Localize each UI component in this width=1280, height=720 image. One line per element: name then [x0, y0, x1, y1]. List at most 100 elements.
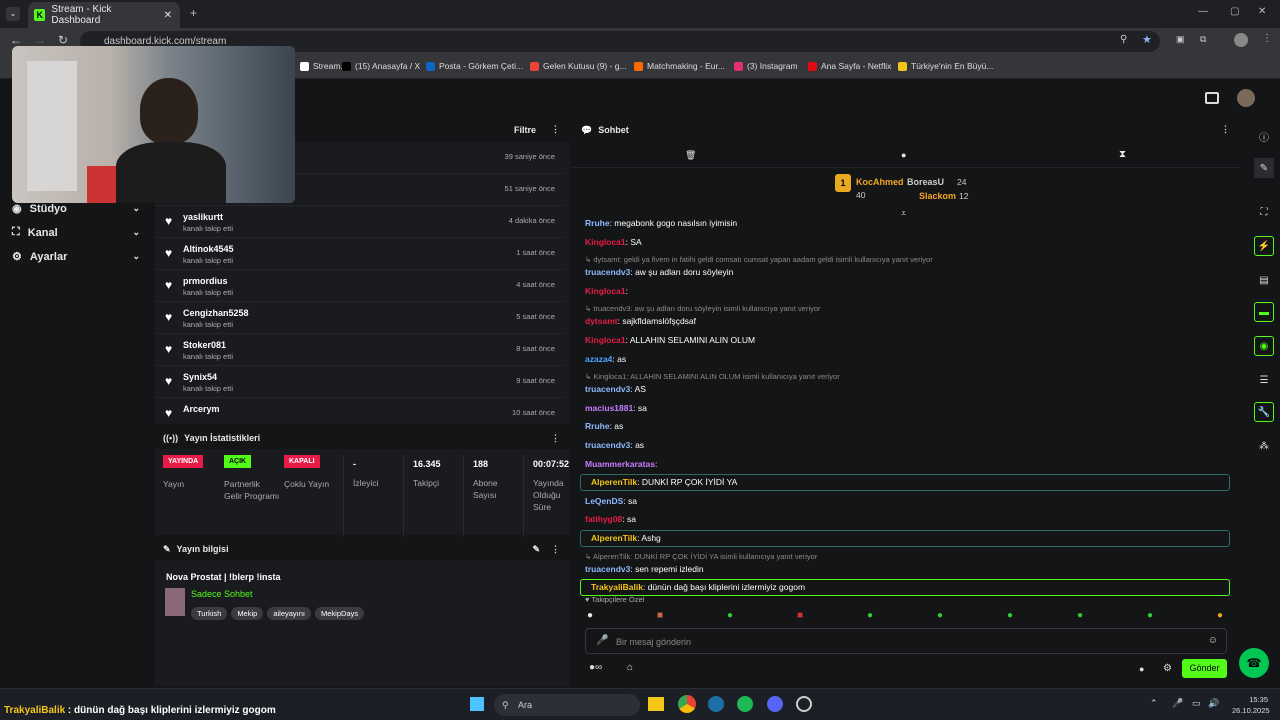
follower-name[interactable]: Stoker081: [183, 340, 226, 350]
filter-button[interactable]: Filtre: [514, 125, 536, 135]
chat-input[interactable]: 🎤 Bir mesaj gönderin ☺: [585, 628, 1227, 654]
bookmark-item[interactable]: Posta - Görkem Çeti...: [426, 61, 523, 71]
broadcast-icon[interactable]: ◉: [1254, 336, 1274, 356]
lightning-icon[interactable]: ⚡: [1254, 236, 1274, 256]
close-window-button[interactable]: ✕: [1258, 6, 1266, 17]
document-icon[interactable]: ▤: [1254, 270, 1274, 290]
taskbar-search[interactable]: ⚲ Ara: [494, 694, 640, 716]
third-gifter-name[interactable]: Slackom: [919, 191, 956, 201]
chat-username[interactable]: dytsamt: [585, 316, 618, 326]
chat-username[interactable]: truacendv3: [585, 440, 630, 450]
follower-name[interactable]: yaslikurtt: [183, 212, 223, 222]
back-icon[interactable]: ←: [10, 33, 22, 47]
top-gifter-name[interactable]: KocAhmed: [856, 177, 904, 187]
chat-username[interactable]: Rruhe: [585, 218, 610, 228]
wrench-icon[interactable]: 🔧: [1254, 402, 1274, 422]
maximize-button[interactable]: ▢: [1230, 6, 1239, 17]
kebab-menu-icon[interactable]: ⋮: [551, 544, 560, 555]
chat-username[interactable]: truacendv3: [585, 267, 630, 277]
close-tab-icon[interactable]: ✕: [164, 10, 172, 21]
kebab-menu-icon[interactable]: ⋮: [551, 433, 560, 444]
sidebar-item-studio[interactable]: ◉ Stüdyo ⌄: [12, 202, 144, 216]
category-tag[interactable]: Mekip: [231, 607, 264, 620]
browser-tab[interactable]: K Stream - Kick Dashboard ✕: [28, 2, 180, 28]
layers-icon[interactable]: ☰: [1254, 370, 1274, 390]
chat-icon[interactable]: ▬: [1254, 302, 1274, 322]
bookmark-star-icon[interactable]: ★: [1142, 33, 1152, 46]
tray-chevron-icon[interactable]: ⌃: [1150, 698, 1158, 709]
emoji-icon[interactable]: ☺: [1208, 635, 1218, 646]
sidebar-item-settings[interactable]: ⚙ Ayarlar ⌄: [12, 250, 144, 264]
emote-icon[interactable]: ●: [587, 610, 593, 621]
crop-icon[interactable]: ⛶: [1254, 202, 1274, 222]
bookmark-item[interactable]: Gelen Kutusu (9) - g...: [530, 61, 627, 71]
new-tab-button[interactable]: +: [190, 6, 197, 20]
profile-avatar[interactable]: [1234, 33, 1248, 47]
chat-username[interactable]: azaza4: [585, 354, 612, 364]
chat-username[interactable]: Rruhe: [585, 421, 610, 431]
chat-settings-bubble-icon[interactable]: ●: [1139, 664, 1144, 674]
chat-username[interactable]: LeQenDS: [585, 496, 623, 506]
second-gifter-name[interactable]: BoreasU: [907, 177, 944, 187]
sidebar-item-channel[interactable]: ⛶ Kanal ⌄: [12, 226, 144, 239]
network-icon[interactable]: ▭: [1192, 698, 1201, 709]
reload-icon[interactable]: ↻: [58, 33, 68, 47]
follower-name[interactable]: Synix54: [183, 372, 217, 382]
trash-icon[interactable]: 🗑: [685, 150, 696, 161]
kebab-menu-icon[interactable]: ⋮: [551, 124, 560, 135]
chat-username[interactable]: Kingloca1: [585, 237, 626, 247]
chat-username[interactable]: truacendv3: [585, 384, 630, 394]
follower-name[interactable]: Altinok4545: [183, 244, 234, 254]
minimize-button[interactable]: —: [1198, 6, 1208, 17]
hourglass-icon[interactable]: ⧗: [1119, 149, 1126, 160]
chat-username[interactable]: TrakyaliBalik: [591, 582, 643, 592]
bookmark-item[interactable]: Matchmaking - Eur...: [634, 61, 725, 71]
extension-icon[interactable]: ▣: [1176, 34, 1185, 45]
emote-icon[interactable]: ●: [937, 610, 943, 621]
follower-name[interactable]: Cengizhan5258: [183, 308, 249, 318]
pencil-icon[interactable]: ✎: [1254, 158, 1274, 178]
chat-username[interactable]: Kingloca1: [585, 286, 626, 296]
category-tag[interactable]: MekipDays: [315, 607, 365, 620]
bookmark-item[interactable]: Stream...: [300, 61, 347, 71]
chat-username[interactable]: AlperenTilk: [591, 477, 637, 487]
emote-icon[interactable]: ●: [1077, 610, 1083, 621]
emote-icon[interactable]: ●: [1147, 610, 1153, 621]
microphone-icon[interactable]: 🎤: [596, 635, 608, 646]
bookmark-item[interactable]: Ana Sayfa - Netflix: [808, 61, 891, 71]
apps-icon[interactable]: ⁂: [1254, 436, 1274, 456]
file-explorer-icon[interactable]: [648, 697, 664, 711]
category-tag[interactable]: Turkish: [191, 607, 228, 620]
chat-username[interactable]: AlperenTilk: [591, 533, 637, 543]
discord-icon[interactable]: [767, 696, 783, 712]
follower-name[interactable]: prmordius: [183, 276, 228, 286]
kebab-menu-icon[interactable]: ⋮: [1221, 124, 1230, 135]
emote-icon[interactable]: ●: [1217, 610, 1223, 621]
help-button[interactable]: ☎: [1239, 648, 1269, 678]
extensions-icon[interactable]: ⧉: [1200, 34, 1206, 45]
emote-icon[interactable]: ●: [727, 610, 733, 621]
edit-icon[interactable]: ✎: [532, 544, 540, 555]
emote-icon[interactable]: ●: [867, 610, 873, 621]
infinity-icon[interactable]: ●∞: [589, 662, 602, 673]
spotify-icon[interactable]: [737, 696, 753, 712]
emote-icon[interactable]: ●: [1007, 610, 1013, 621]
bookmark-item[interactable]: (15) Anasayfa / X: [342, 61, 420, 71]
store-icon[interactable]: ⌂: [627, 662, 633, 673]
chat-bubble-icon[interactable]: ●: [901, 150, 906, 160]
chat-username[interactable]: macius1881: [585, 403, 633, 413]
info-icon[interactable]: ⓘ: [1254, 126, 1274, 146]
forward-icon[interactable]: →: [34, 33, 46, 47]
chat-username[interactable]: Kingloca1: [585, 335, 626, 345]
volume-icon[interactable]: 🔊: [1208, 698, 1219, 709]
user-avatar[interactable]: [1237, 89, 1255, 107]
chrome-icon[interactable]: [678, 695, 696, 713]
zoom-icon[interactable]: ⚲: [1120, 34, 1127, 45]
category-name[interactable]: Sadece Sohbet: [191, 589, 253, 599]
steam-icon[interactable]: [708, 696, 724, 712]
browser-menu-icon[interactable]: ⋮: [1262, 33, 1272, 44]
taskbar-clock[interactable]: 15:35 26.10.2025: [1232, 694, 1270, 716]
kick-mode-icon[interactable]: [1205, 92, 1219, 104]
windows-start-icon[interactable]: [470, 697, 484, 711]
chat-username[interactable]: truacendv3: [585, 564, 630, 574]
